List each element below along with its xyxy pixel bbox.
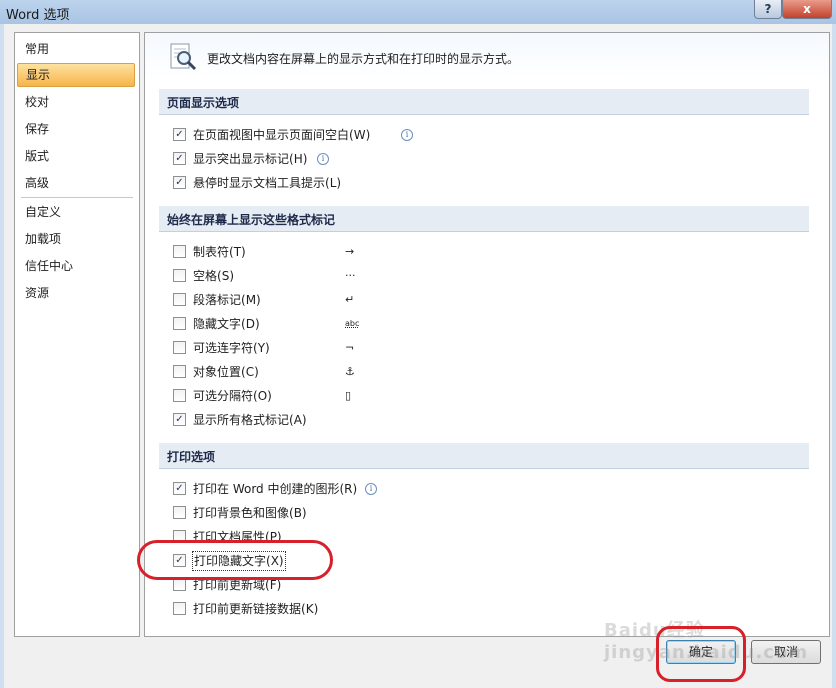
option-label: 隐藏文字 (193, 317, 242, 331)
info-icon[interactable]: i (401, 129, 413, 141)
tab-mark-icon: → (345, 245, 355, 258)
checkbox[interactable] (173, 602, 186, 615)
checkbox[interactable]: ✓ (173, 482, 186, 495)
close-button[interactable]: x (782, 0, 832, 19)
hyphen-mark-icon: ¬ (345, 341, 355, 354)
nav-item-general[interactable]: 常用 (17, 37, 135, 61)
option-label: 可选分隔符 (193, 389, 254, 403)
dialog-body: 常用 显示 校对 保存 版式 高级 自定义 加载项 信任中心 资源 更改文档内容… (4, 24, 832, 688)
option-hotkey: (C) (241, 365, 259, 379)
option-hotkey: (Y) (253, 341, 270, 355)
checkbox[interactable]: ✓ (173, 413, 186, 426)
option-label: 段落标记 (193, 293, 242, 307)
nav-item-trust-center[interactable]: 信任中心 (17, 254, 135, 278)
checkbox[interactable] (173, 365, 186, 378)
space-mark-icon: ··· (345, 269, 356, 282)
checkbox[interactable] (173, 578, 186, 591)
checkbox[interactable] (173, 341, 186, 354)
option-label: 对象位置 (193, 365, 242, 379)
nav-item-proofing[interactable]: 校对 (17, 90, 135, 114)
nav-divider (21, 197, 133, 198)
section-print: 打印选项 (159, 443, 809, 469)
display-options-panel: 更改文档内容在屏幕上的显示方式和在打印时的显示方式。 页面显示选项 ✓ 在页面视… (144, 32, 830, 637)
option-hotkey: (S) (217, 269, 234, 283)
option-label: 打印文档属性 (193, 530, 266, 544)
option-label: 打印前更新域 (193, 578, 266, 592)
checkbox[interactable]: ✓ (173, 152, 186, 165)
info-icon[interactable]: i (317, 153, 329, 165)
checkbox[interactable]: ✓ (173, 128, 186, 141)
checkbox[interactable] (173, 317, 186, 330)
anchor-icon: ⚓ (345, 365, 355, 378)
title-bar: Word 选项 ? x (0, 0, 836, 24)
section-format-marks: 始终在屏幕上显示这些格式标记 (159, 206, 809, 232)
nav-item-display[interactable]: 显示 (17, 63, 135, 87)
checkbox[interactable] (173, 269, 186, 282)
option-label: 在页面视图中显示页面间空白 (193, 128, 350, 142)
option-hotkey: (X) (266, 554, 284, 568)
nav-item-addins[interactable]: 加载项 (17, 227, 135, 251)
option-hotkey: (B) (289, 506, 307, 520)
checkbox[interactable] (173, 389, 186, 402)
option-hotkey: (D) (241, 317, 260, 331)
option-label: 打印前更新链接数据 (193, 602, 302, 616)
watermark: Baidu经验 jingyan.baidu.com (604, 620, 809, 663)
section-title: 打印选项 (167, 450, 216, 464)
checkbox[interactable]: ✓ (173, 176, 186, 189)
panel-description: 更改文档内容在屏幕上的显示方式和在打印时的显示方式。 (207, 52, 520, 66)
option-hotkey: (A) (289, 413, 307, 427)
option-label: 打印背景色和图像 (193, 506, 290, 520)
checkbox[interactable]: ✓ (173, 554, 186, 567)
checkbox[interactable] (173, 530, 186, 543)
checkbox[interactable] (173, 506, 186, 519)
break-mark-icon: ▯ (345, 389, 352, 402)
option-hotkey: (O) (253, 389, 272, 403)
option-label: 空格 (193, 269, 218, 283)
checkbox[interactable] (173, 293, 186, 306)
option-hotkey: (K) (301, 602, 319, 616)
hidden-text-mark-icon: abc (345, 319, 360, 328)
option-hotkey: (W) (349, 128, 371, 142)
section-title: 页面显示选项 (167, 96, 240, 110)
option-label: 可选连字符 (193, 341, 254, 355)
nav-item-layout[interactable]: 版式 (17, 144, 135, 168)
option-hotkey: (H) (289, 152, 308, 166)
option-label: 打印在 Word 中创建的图形 (193, 482, 340, 496)
section-page-display: 页面显示选项 (159, 89, 809, 115)
panel-header: 更改文档内容在屏幕上的显示方式和在打印时的显示方式。 (145, 33, 829, 79)
help-button[interactable]: ? (754, 0, 782, 19)
category-nav: 常用 显示 校对 保存 版式 高级 自定义 加载项 信任中心 资源 (14, 32, 140, 637)
info-icon[interactable]: i (365, 483, 377, 495)
magnifier-document-icon (170, 43, 197, 71)
nav-item-advanced[interactable]: 高级 (17, 171, 135, 195)
option-hotkey: (L) (325, 176, 342, 190)
nav-item-save[interactable]: 保存 (17, 117, 135, 141)
paragraph-mark-icon: ↵ (345, 293, 355, 306)
option-hotkey: (R) (339, 482, 358, 496)
window-title: Word 选项 (6, 8, 70, 23)
option-label: 悬停时显示文档工具提示 (193, 176, 326, 190)
section-title: 始终在屏幕上显示这些格式标记 (167, 213, 336, 227)
checkbox[interactable] (173, 245, 186, 258)
option-hotkey: (M) (241, 293, 261, 307)
option-hotkey: (P) (265, 530, 282, 544)
option-label: 显示突出显示标记 (193, 152, 290, 166)
nav-item-customize[interactable]: 自定义 (17, 200, 135, 224)
option-label: 显示所有格式标记 (193, 413, 290, 427)
nav-item-resources[interactable]: 资源 (17, 281, 135, 305)
option-hotkey: (T) (229, 245, 246, 259)
option-label: 制表符 (193, 245, 230, 259)
option-hotkey: (F) (265, 578, 282, 592)
option-label: 打印隐藏文字 (194, 554, 267, 568)
